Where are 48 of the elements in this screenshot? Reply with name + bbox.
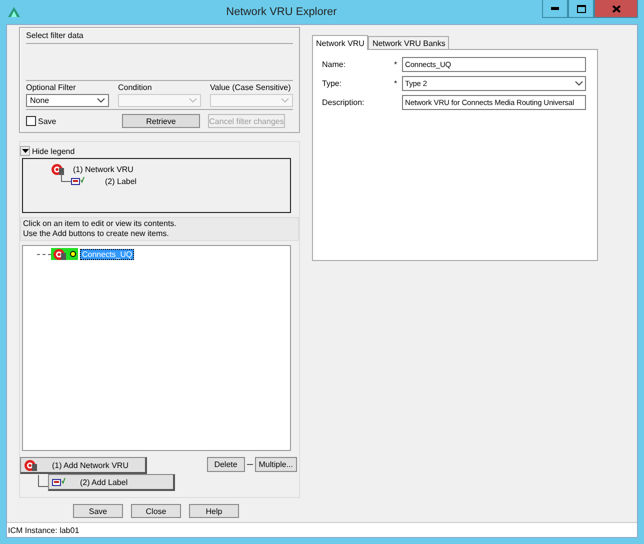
dropdown-arrow-icon [22,149,28,153]
maximize-button[interactable] [568,0,594,18]
chevron-icon [97,98,105,103]
window-title: Network VRU Explorer [225,6,338,18]
expand-icon [70,251,76,257]
close-button[interactable] [594,0,638,18]
label-icon [52,477,66,487]
app-icon [7,6,21,18]
footer-button[interactable]: Save [73,504,123,518]
hint-text: Click on an item to edit or view its contents. Use the Add buttons to create new items. [20,217,299,241]
save-checkbox[interactable]: Save [26,116,122,126]
filter-label: Condition [118,83,153,93]
field-label: Type: [322,79,343,88]
add-button[interactable]: (1) Add Network VRU [20,457,147,474]
chevron-icon [281,98,289,103]
legend-toggle-button[interactable] [20,146,30,156]
legend-item: (1) Network VRU [73,164,134,174]
chevron-icon [575,81,583,86]
close-icon [612,4,620,12]
maximize-icon [576,4,586,12]
connector-line [61,172,71,182]
group-title: Select filter data [26,31,84,41]
target-icon [51,162,65,176]
filter-label: Optional Filter [26,83,77,93]
label-icon [71,176,85,186]
target-icon [53,248,67,260]
connector-line [38,475,48,487]
chevron-icon [189,98,197,103]
status-bar: ICM Instance: lab01 [7,522,637,537]
target-icon [24,458,38,472]
required-marker: * [394,79,398,88]
minimize-button[interactable] [542,0,568,18]
action-button[interactable]: Delete [206,457,245,472]
legend-item: (2) Label [105,176,137,186]
legend-toggle-label: Hide legend [32,146,75,156]
required-marker: * [394,60,398,69]
retrieve-button[interactable]: Retrieve [122,114,200,128]
minimize-icon [551,7,559,10]
add-button[interactable]: (2) Add Label [48,474,175,491]
filter-dropdown[interactable]: None [26,94,109,107]
tab[interactable]: Network VRU [312,35,368,50]
footer-button[interactable]: Close [131,504,181,518]
footer-button[interactable]: Help [189,504,239,518]
tab[interactable]: Network VRU Banks [368,36,450,49]
field-label: Description: [322,98,366,107]
filter-label: Value (Case Sensitive) [210,83,292,93]
field-label: Name: [322,60,347,69]
action-button[interactable]: Multiple... [254,457,297,472]
